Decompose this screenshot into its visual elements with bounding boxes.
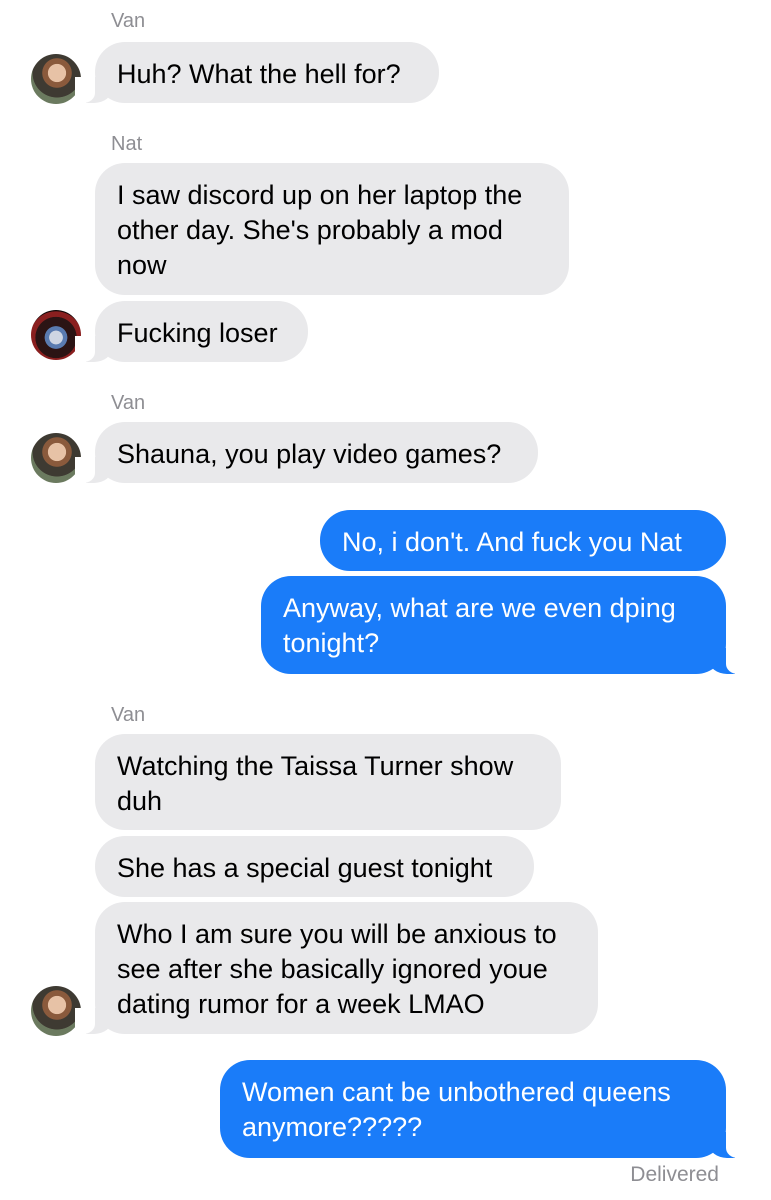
message-bubble-incoming[interactable]: Fucking loser (75, 301, 308, 362)
avatar-van[interactable] (31, 433, 81, 483)
sender-name: Van (111, 392, 146, 414)
message-bubble-outgoing[interactable]: No, i don't. And fuck you Nat (320, 510, 726, 571)
sender-name: Nat (111, 133, 143, 155)
sender-name: Van (111, 10, 146, 32)
message-bubble-outgoing[interactable]: Anyway, what are we even dping tonight? (261, 576, 746, 674)
message-bubble-incoming[interactable]: Huh? What the hell for? (75, 42, 439, 103)
avatar-nat[interactable] (31, 310, 81, 360)
message-bubble-incoming[interactable]: She has a special guest tonight (95, 836, 534, 897)
message-bubble-incoming[interactable]: Watching the Taissa Turner show duh (95, 734, 561, 830)
avatar-van[interactable] (31, 54, 81, 104)
message-bubble-incoming[interactable]: Shauna, you play video games? (75, 422, 538, 483)
avatar-van[interactable] (31, 986, 81, 1036)
message-bubble-incoming[interactable]: Who I am sure you will be anxious to see… (75, 902, 598, 1034)
message-bubble-outgoing[interactable]: Women cant be unbothered queens anymore?… (220, 1060, 746, 1158)
delivery-status: Delivered (630, 1163, 719, 1186)
message-bubble-incoming[interactable]: I saw discord up on her laptop the other… (95, 163, 569, 295)
sender-name: Van (111, 704, 146, 726)
